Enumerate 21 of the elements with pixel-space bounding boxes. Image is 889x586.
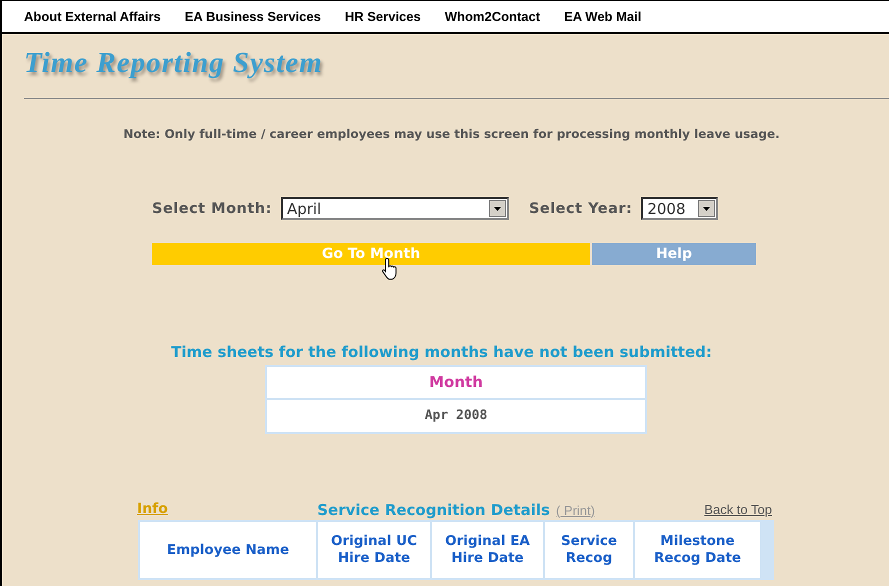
section-title: Service Recognition Details — [317, 500, 550, 518]
nav-link[interactable]: HR Services — [344, 9, 421, 24]
table-header: Service Recog — [545, 522, 633, 578]
table-header: Original EA Hire Date — [432, 522, 543, 578]
pending-heading: Time sheets for the following months have not been submitted: — [170, 343, 713, 361]
year-label: Select Year: — [528, 200, 632, 216]
note-text: Note: Only full-time / career employees may use this screen for processing monthly leave usage. — [122, 127, 781, 141]
nav-link[interactable]: EA Business Services — [184, 9, 321, 24]
month-dropdown[interactable]: April — [280, 197, 509, 220]
nav-link[interactable]: About External Affairs — [24, 9, 161, 24]
nav-link[interactable]: Whom2Contact — [444, 9, 540, 24]
page-title: Time Reporting System — [24, 47, 324, 81]
table-header: Milestone Recog Date — [635, 522, 760, 578]
year-dropdown[interactable]: 2008 — [641, 197, 718, 220]
table-header: Month — [267, 367, 645, 398]
table-cell: Apr 2008 — [267, 400, 645, 432]
back-to-top-link[interactable]: Back to Top — [704, 502, 772, 516]
table-header: Employee Name — [140, 522, 316, 578]
month-label: Select Month: — [152, 200, 272, 216]
nav-link[interactable]: EA Web Mail — [564, 9, 642, 24]
table-header: Original UC Hire Date — [318, 522, 430, 578]
